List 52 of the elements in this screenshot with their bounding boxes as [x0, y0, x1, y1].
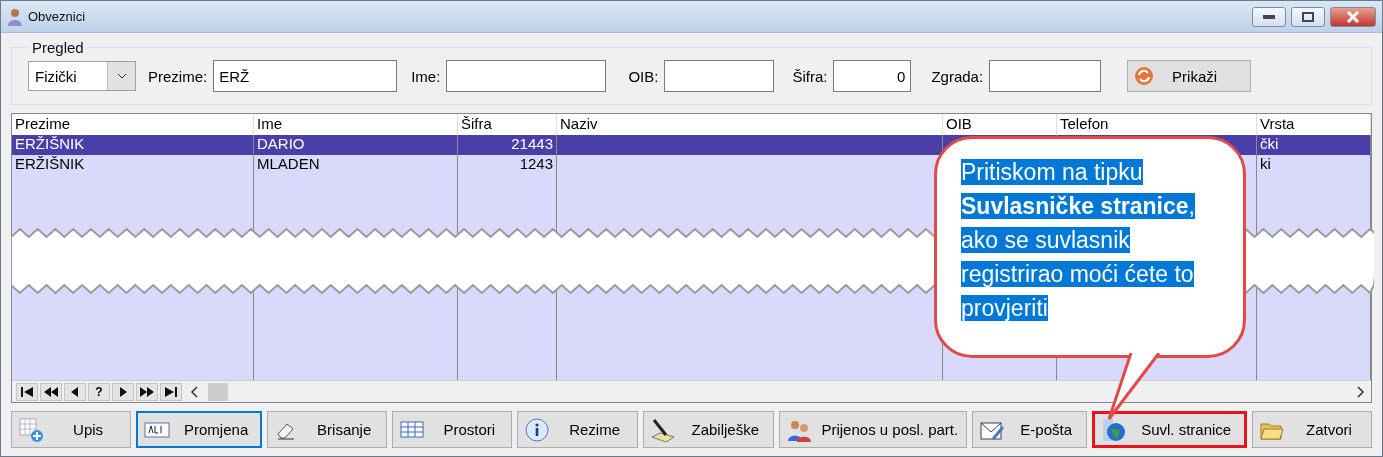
close-icon: [1346, 10, 1360, 23]
window-title: Obveznici: [28, 9, 87, 24]
show-button[interactable]: Prikaži: [1127, 60, 1252, 92]
toolbar-button[interactable]: Zabilješke: [642, 411, 774, 448]
table-cell: ki: [1257, 155, 1371, 175]
refresh-icon: [1134, 66, 1155, 86]
toolbar-button[interactable]: Prijenos u posl. part.: [778, 411, 967, 448]
toolbar-button[interactable]: E-pošta: [971, 411, 1087, 448]
help-button[interactable]: ?: [88, 382, 110, 401]
table-cell: ERŽIŠNIK: [12, 155, 254, 175]
toolbar-button[interactable]: Promjena: [136, 411, 263, 448]
grid-plus-icon: [18, 416, 44, 443]
globe-icon: [1100, 416, 1127, 443]
input-field[interactable]: [446, 60, 607, 92]
toolbar-button[interactable]: Upis: [11, 411, 132, 448]
callout-text: Pritiskom na tipku Suvlasničke stranice, ako se suvlasnik registrirao moći ćete to provjeriti: [961, 158, 1196, 323]
toolbar-button[interactable]: Rezime: [517, 411, 638, 448]
group-title: Pregled: [31, 39, 85, 56]
field-label: Ime:: [411, 67, 441, 85]
field-label: Šifra:: [792, 67, 828, 85]
table-cell: MLADEN: [254, 155, 458, 175]
maximize-button[interactable]: [1291, 6, 1325, 27]
input-field[interactable]: [664, 60, 775, 92]
next-icon[interactable]: [112, 382, 134, 401]
first-record-icon[interactable]: [16, 382, 38, 401]
scroll-thumb[interactable]: [208, 382, 228, 401]
field-label: Zgrada:: [931, 67, 984, 85]
type-dropdown[interactable]: Fizički: [28, 61, 136, 91]
maximize-icon: [1302, 11, 1314, 22]
toolbar-button[interactable]: Prostori: [392, 411, 513, 448]
chevron-down-icon: [116, 73, 127, 79]
fast-forward-icon[interactable]: [136, 382, 158, 401]
scroll-right-icon: [1355, 385, 1365, 398]
close-button[interactable]: [1330, 6, 1376, 27]
scroll-left-icon: [190, 385, 200, 398]
person-icon: [7, 7, 23, 26]
minimize-button[interactable]: [1252, 6, 1286, 27]
rewind-icon[interactable]: [40, 382, 62, 401]
last-record-icon[interactable]: [160, 382, 182, 401]
input-field[interactable]: 0: [833, 60, 912, 92]
toolbar-button[interactable]: Zatvori: [1251, 411, 1373, 448]
info-icon: [524, 416, 551, 443]
toolbar-button[interactable]: Suvl. stranice: [1091, 411, 1247, 448]
input-field[interactable]: [989, 60, 1102, 92]
minimize-icon: [1263, 14, 1275, 19]
pen-on-pad-icon: [649, 416, 676, 443]
field-label: Prezime:: [148, 67, 208, 85]
toolbar-button[interactable]: Brisanje: [267, 411, 388, 448]
field-label: OIB:: [628, 67, 659, 85]
input-field[interactable]: ERŽ: [213, 60, 398, 92]
previous-icon[interactable]: [64, 382, 86, 401]
table-cell: 1243: [458, 155, 557, 175]
